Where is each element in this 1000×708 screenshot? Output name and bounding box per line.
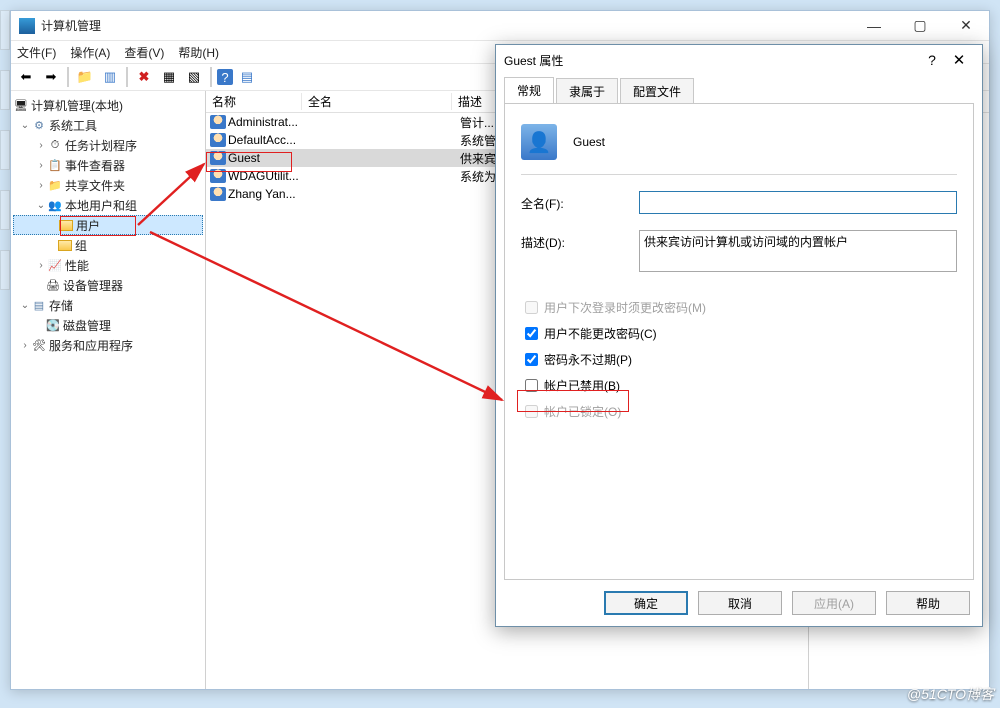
- tree-services[interactable]: ›🛠服务和应用程序: [13, 335, 203, 355]
- chk-account-disabled[interactable]: 帐户已禁用(B): [521, 372, 957, 398]
- separator: [210, 67, 212, 87]
- tab-strip: 常规 隶属于 配置文件: [496, 75, 982, 103]
- user-icon: [210, 151, 226, 165]
- account-name: Guest: [573, 135, 605, 149]
- dialog-titlebar[interactable]: Guest 属性 ? ✕: [496, 45, 982, 75]
- separator: [67, 67, 69, 87]
- menu-view[interactable]: 查看(V): [124, 44, 164, 61]
- nav-back-icon[interactable]: ⬅: [15, 66, 37, 88]
- tree-users[interactable]: 用户: [13, 215, 203, 235]
- app-icon: [19, 18, 35, 34]
- tree-system-tools[interactable]: ⌄系统工具: [13, 115, 203, 135]
- ok-button[interactable]: 确定: [604, 591, 688, 615]
- apply-button[interactable]: 应用(A): [792, 591, 876, 615]
- fullname-label: 全名(F):: [521, 191, 639, 212]
- col-fullname[interactable]: 全名: [302, 93, 452, 110]
- fullname-input[interactable]: [639, 191, 957, 214]
- tree-storage[interactable]: ⌄存储: [13, 295, 203, 315]
- account-avatar-icon: 👤: [521, 124, 557, 160]
- maximize-button[interactable]: ▢: [897, 11, 943, 41]
- up-folder-icon[interactable]: 📁: [74, 66, 96, 88]
- close-button[interactable]: ✕: [943, 11, 989, 41]
- col-name[interactable]: 名称: [206, 93, 302, 110]
- tab-pane-general: 👤 Guest 全名(F): 描述(D): 用户下次登录时须更改密码(M) 用户…: [504, 103, 974, 580]
- tab-member-of[interactable]: 隶属于: [556, 78, 618, 104]
- menu-help[interactable]: 帮助(H): [178, 44, 219, 61]
- export-icon[interactable]: ▧: [183, 66, 205, 88]
- tree-local-users[interactable]: ⌄👥本地用户和组: [13, 195, 203, 215]
- menu-file[interactable]: 文件(F): [17, 44, 56, 61]
- tree-device-manager[interactable]: 🖨设备管理器: [13, 275, 203, 295]
- nav-forward-icon[interactable]: ➡: [40, 66, 62, 88]
- chk-account-locked: 帐户已锁定(O): [521, 398, 957, 424]
- tree-shared-folders[interactable]: ›📁共享文件夹: [13, 175, 203, 195]
- dialog-button-bar: 确定 取消 应用(A) 帮助: [496, 580, 982, 626]
- tab-profile[interactable]: 配置文件: [620, 78, 694, 104]
- view-icon[interactable]: ▤: [236, 66, 258, 88]
- delete-icon[interactable]: ✖: [133, 66, 155, 88]
- tree-disk-mgmt[interactable]: 💽磁盘管理: [13, 315, 203, 335]
- desktop-edge: [0, 10, 10, 690]
- titlebar[interactable]: 计算机管理 — ▢ ✕: [11, 11, 989, 41]
- refresh-icon[interactable]: ▦: [158, 66, 180, 88]
- description-label: 描述(D):: [521, 230, 639, 251]
- chk-never-expire[interactable]: 密码永不过期(P): [521, 346, 957, 372]
- cancel-button[interactable]: 取消: [698, 591, 782, 615]
- tree-root[interactable]: 🖥计算机管理(本地): [13, 95, 203, 115]
- chk-must-change: 用户下次登录时须更改密码(M): [521, 294, 957, 320]
- watermark: @51CTO博客: [907, 684, 994, 704]
- help-icon[interactable]: ?: [217, 69, 233, 85]
- tree-performance[interactable]: ›📈性能: [13, 255, 203, 275]
- tree-groups[interactable]: 组: [13, 235, 203, 255]
- dialog-close-icon[interactable]: ✕: [944, 51, 974, 69]
- dialog-help-icon[interactable]: ?: [920, 52, 944, 68]
- user-icon: [210, 187, 226, 201]
- tree-pane[interactable]: 🖥计算机管理(本地) ⌄系统工具 ›⏱任务计划程序 ›📋事件查看器 ›📁共享文件…: [11, 91, 206, 689]
- user-icon: [210, 115, 226, 129]
- tree-event-viewer[interactable]: ›📋事件查看器: [13, 155, 203, 175]
- guest-properties-dialog: Guest 属性 ? ✕ 常规 隶属于 配置文件 👤 Guest 全名(F): …: [495, 44, 983, 627]
- help-button[interactable]: 帮助: [886, 591, 970, 615]
- separator: [126, 67, 128, 87]
- tab-general[interactable]: 常规: [504, 77, 554, 104]
- tree-task-scheduler[interactable]: ›⏱任务计划程序: [13, 135, 203, 155]
- window-title: 计算机管理: [41, 17, 851, 34]
- user-icon: [210, 133, 226, 147]
- panel-icon[interactable]: ▥: [99, 66, 121, 88]
- user-icon: [210, 169, 226, 183]
- dialog-title: Guest 属性: [504, 52, 563, 69]
- menu-action[interactable]: 操作(A): [70, 44, 110, 61]
- minimize-button[interactable]: —: [851, 11, 897, 41]
- description-input[interactable]: [639, 230, 957, 272]
- chk-cannot-change[interactable]: 用户不能更改密码(C): [521, 320, 957, 346]
